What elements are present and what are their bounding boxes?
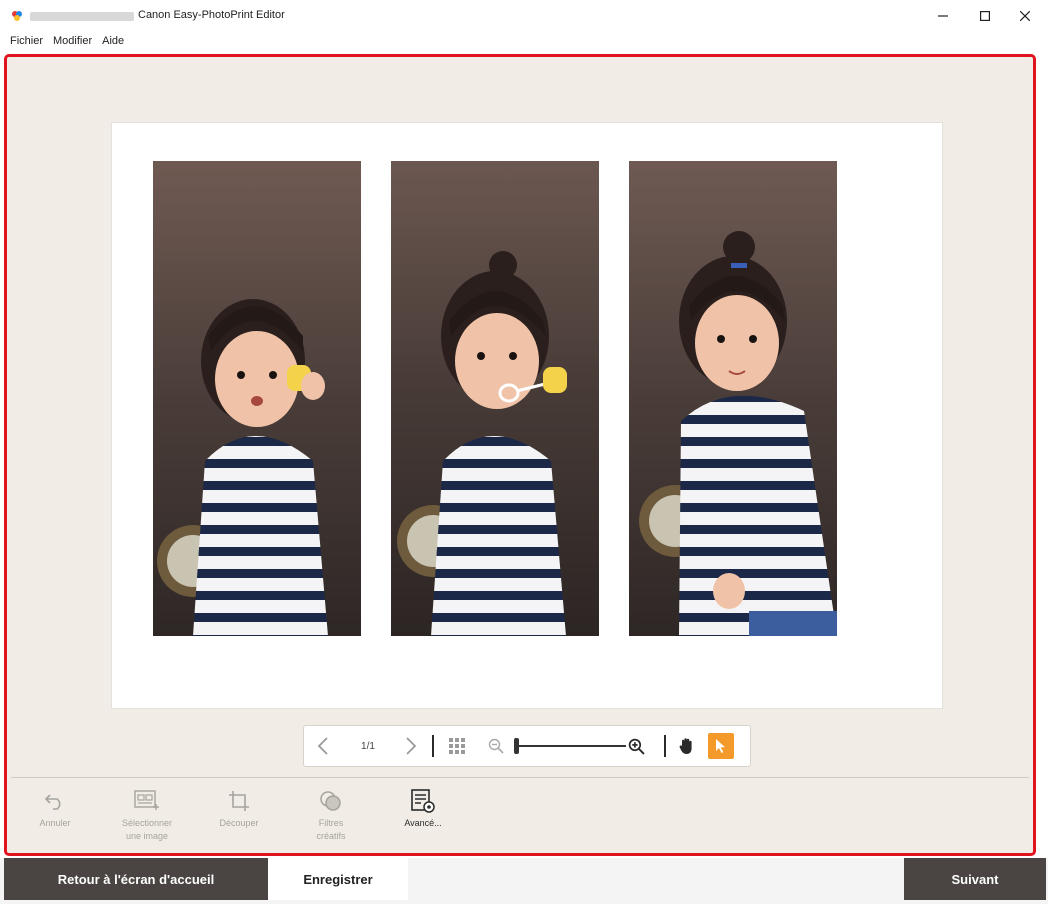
print-preview-canvas	[111, 122, 943, 709]
zoom-slider-track[interactable]	[514, 745, 626, 747]
photo-slot-2[interactable]	[391, 161, 599, 636]
toolbar-divider	[11, 777, 1029, 778]
advanced-settings-icon	[411, 789, 435, 813]
advanced-button[interactable]: Avancé...	[383, 785, 463, 830]
filters-label-line1: Filtres	[318, 818, 344, 828]
child-photo-image	[629, 161, 837, 636]
filters-label-line2: créatifs	[316, 831, 346, 841]
crop-button[interactable]: Découper	[199, 785, 279, 830]
menu-help[interactable]: Aide	[102, 32, 124, 50]
child-photo-image	[391, 161, 599, 636]
page-number: 1/1	[361, 740, 375, 752]
minimize-button[interactable]	[926, 4, 960, 28]
title-bar: Canon Easy-PhotoPrint Editor	[0, 0, 1048, 32]
view-control-bar: 1/1	[303, 725, 751, 767]
hand-icon	[679, 738, 692, 754]
edit-area: 1/1 Annuler Sélectionner une image Décou…	[4, 54, 1036, 856]
photo-slot-1[interactable]	[153, 161, 361, 636]
hand-tool-button[interactable]	[674, 726, 700, 766]
back-to-home-button[interactable]: Retour à l'écran d'accueil	[4, 858, 268, 900]
undo-button[interactable]: Annuler	[15, 785, 95, 830]
separator	[432, 735, 434, 757]
select-image-button[interactable]: Sélectionner une image	[107, 785, 187, 843]
chevron-right-icon	[406, 737, 417, 755]
separator	[664, 735, 666, 757]
select-tool-button[interactable]	[708, 733, 734, 759]
undo-label: Annuler	[39, 818, 71, 828]
child-photo-image	[153, 161, 361, 636]
save-button[interactable]: Enregistrer	[268, 858, 408, 900]
cursor-arrow-icon	[716, 739, 725, 753]
next-button[interactable]: Suivant	[904, 858, 1046, 900]
title-filename-redacted	[30, 12, 134, 21]
maximize-icon	[980, 11, 990, 21]
zoom-slider-thumb[interactable]	[514, 738, 519, 754]
photo-slot-3[interactable]	[629, 161, 837, 636]
close-icon	[1020, 11, 1030, 21]
next-page-button[interactable]	[398, 726, 424, 766]
bottom-bar: Retour à l'écran d'accueil Enregistrer S…	[0, 858, 1048, 904]
menu-edit[interactable]: Modifier	[53, 32, 92, 50]
select-image-label-line2: une image	[125, 831, 169, 841]
zoom-in-button[interactable]	[624, 726, 648, 766]
minimize-icon	[938, 15, 948, 17]
app-logo-icon	[12, 11, 22, 21]
zoom-out-button[interactable]	[484, 726, 508, 766]
creative-filters-button[interactable]: Filtres créatifs	[291, 785, 371, 843]
menu-bar: Fichier Modifier Aide	[0, 32, 1048, 50]
maximize-button[interactable]	[968, 4, 1002, 28]
filters-icon	[320, 791, 341, 811]
select-image-label-line1: Sélectionner	[121, 818, 173, 828]
zoom-out-icon	[488, 738, 504, 754]
close-button[interactable]	[1008, 4, 1042, 28]
previous-page-button[interactable]	[310, 726, 336, 766]
window-title: Canon Easy-PhotoPrint Editor	[138, 9, 285, 21]
select-image-icon	[134, 790, 159, 810]
crop-icon	[229, 791, 249, 811]
chevron-left-icon	[317, 737, 328, 755]
advanced-label: Avancé...	[404, 818, 442, 828]
menu-file[interactable]: Fichier	[10, 32, 43, 50]
crop-label: Découper	[219, 818, 259, 828]
grid-icon	[449, 738, 465, 754]
zoom-in-icon	[628, 738, 645, 755]
page-list-button[interactable]	[442, 726, 472, 766]
undo-icon	[44, 794, 61, 810]
